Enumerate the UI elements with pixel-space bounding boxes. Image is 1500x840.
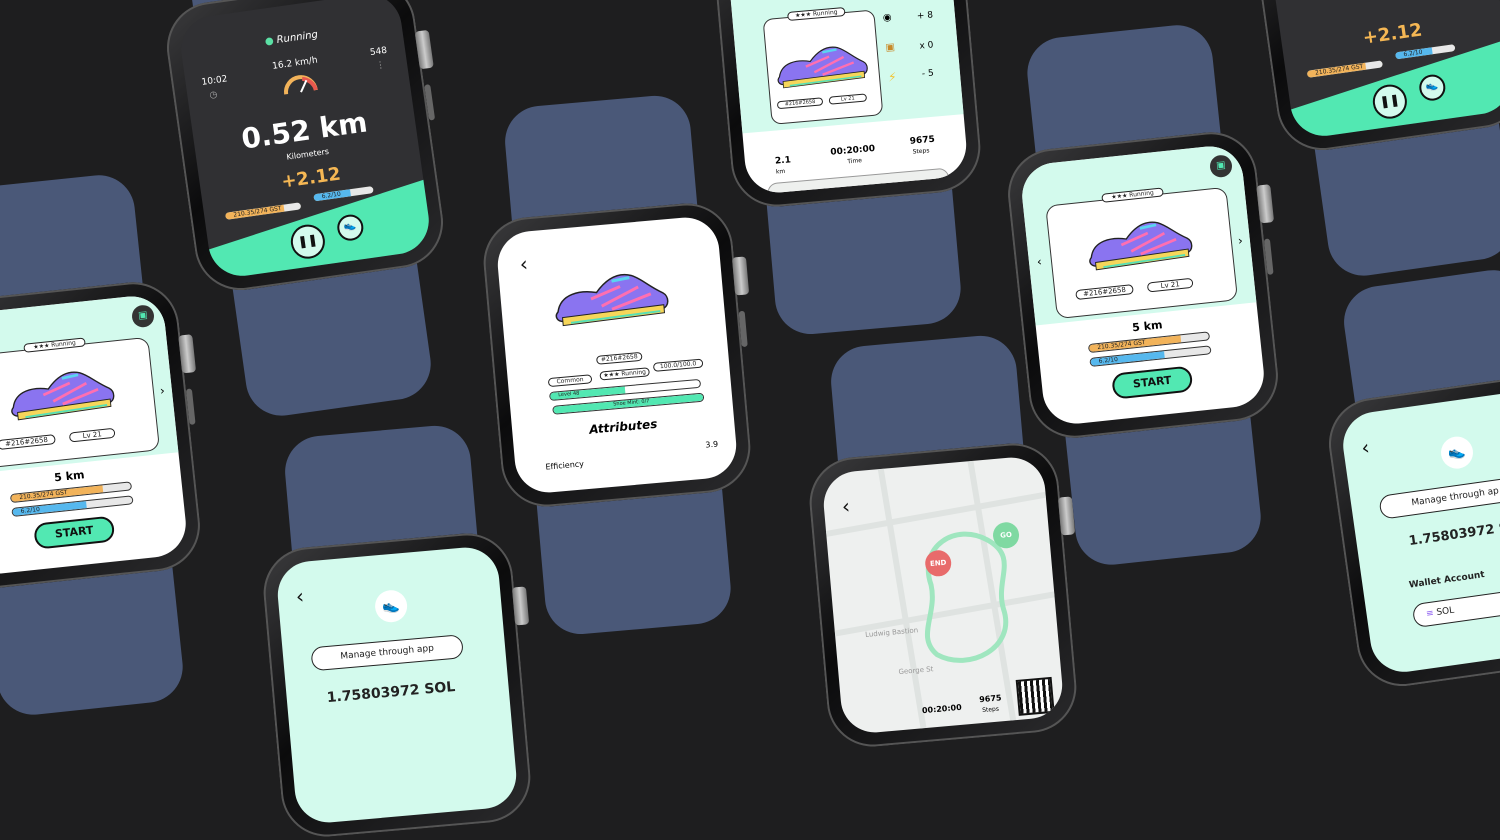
summary-time-label: Time <box>847 157 863 166</box>
status-dot-icon: ● <box>264 35 275 48</box>
watch-home-right: ▣ ★★★ Running #216#2658 Lv 21 ‹ › 5 km 2… <box>1003 21 1283 569</box>
summary-steps: 9675 <box>909 134 936 147</box>
sneaker-card[interactable]: ★★★ Running #216#2658 Lv 21 <box>1045 186 1239 320</box>
map-steps-label: Steps <box>981 705 1000 715</box>
wallet-balance: 1.75803972 SOL <box>326 678 456 707</box>
summary-steps-label: Steps <box>912 147 930 156</box>
watch-home-left: ▣ ★★★ Running #216#2658 Lv 21 ‹ › 5 km 2… <box>0 171 205 719</box>
sneaker-card[interactable]: ★★★ Running #216#2658 Lv 21 <box>0 336 161 470</box>
sneaker-id: #216#2658 <box>595 351 643 365</box>
back-arrow-icon[interactable]: ‹ <box>519 251 529 276</box>
sneaker-logo-icon: 👟 <box>1438 434 1476 471</box>
sneaker-image <box>4 360 119 427</box>
gst-coin-icon: ◉ <box>882 11 893 24</box>
sneaker-id: #216#2658 <box>0 434 56 451</box>
watch-running: ● Running 10:02 ◷ 16.2 km/h 548 ⋮ 0.52 k… <box>161 0 449 421</box>
gst-progress-bar: 210.35/274 GST <box>223 201 303 221</box>
sneaker-image <box>772 37 872 93</box>
sneaker-level: Lv 21 <box>68 427 116 443</box>
energy-icon: ⚡ <box>887 69 898 85</box>
wallet-screen: ‹ 👟 Manage through app 1.75803972 SOL <box>275 544 519 826</box>
sneaker-id: #216#2658 <box>1075 284 1134 301</box>
map-screen: ‹ END GO Ludwig Bastion George St 00:20:… <box>821 454 1065 736</box>
watch-map: ‹ END GO Ludwig Bastion George St 00:20:… <box>805 332 1081 751</box>
sneaker-icon: 👟 <box>1425 79 1440 93</box>
summary-distance-unit: km <box>775 167 786 176</box>
sneaker-level: Lv 21 <box>828 93 868 105</box>
back-arrow-icon[interactable]: ‹ <box>295 584 305 609</box>
map-steps: 9675 <box>978 693 1002 705</box>
detail-screen: ‹ #216#2658 Common ★★★ Running 100.0/100… <box>495 214 739 496</box>
sneaker-image <box>1082 210 1197 277</box>
clock-icon: ◷ <box>208 89 219 101</box>
digital-crown[interactable] <box>511 586 530 626</box>
watch-wallet: ‹ 👟 Manage through app 1.75803972 SOL <box>259 422 535 840</box>
efficiency-label: Efficiency <box>545 459 585 472</box>
efficiency-value: 3.9 <box>705 439 719 450</box>
summary-distance: 2.1 <box>774 155 792 167</box>
watch-detail: ‹ #216#2658 Common ★★★ Running 100.0/100… <box>479 92 755 638</box>
durability-badge: 100.0/100.0 <box>652 358 704 372</box>
step-count: 548 <box>369 45 388 59</box>
pause-icon: ❚❚ <box>296 232 319 249</box>
back-arrow-icon[interactable]: ‹ <box>1360 435 1371 460</box>
sol-account-row[interactable]: ≡ SOL <box>1411 582 1500 629</box>
digital-crown[interactable] <box>178 334 197 374</box>
manage-through-app-button[interactable]: Manage through ap <box>1378 474 1500 520</box>
type-badge: ★★★ Running <box>599 367 650 381</box>
gst-progress-bar: 210.35/274 GST <box>1305 59 1385 79</box>
wallet-balance: 1.75803972 S <box>1407 520 1500 550</box>
sneaker-card: ★★★ Running #216#2658 Lv 21 <box>762 7 884 125</box>
solana-icon: ≡ <box>1425 608 1435 620</box>
digital-crown[interactable] <box>731 256 750 296</box>
watch-wallet-partial: ‹ 👟 Manage through ap 1.75803972 S Walle… <box>1323 265 1500 692</box>
qr-code-icon[interactable] <box>1015 676 1055 716</box>
speedometer-icon <box>284 75 318 95</box>
attributes-title: Attributes <box>588 416 658 437</box>
gst-reward: + 8 <box>916 10 934 22</box>
footsteps-icon: ⋮ <box>375 60 386 72</box>
home-screen: ▣ ★★★ Running #216#2658 Lv 21 ‹ › 5 km 2… <box>0 293 190 577</box>
start-button[interactable]: START <box>33 515 116 550</box>
pause-icon: ❚❚ <box>1378 92 1401 109</box>
energy-cost: - 5 <box>921 68 935 80</box>
watch-summary: ★★★ Running #216#2658 Lv 21 ◉ + 8 ▣ x 0 … <box>709 0 985 338</box>
sneaker-id: #216#2658 <box>776 97 824 110</box>
watch-running-partial: +2.12 210.35/274 GST 6.2/10 ❚❚ 👟 <box>1243 0 1500 281</box>
summary-time: 00:20:00 <box>830 143 876 158</box>
digital-crown[interactable] <box>1256 184 1275 224</box>
sneaker-icon: 👟 <box>343 219 358 233</box>
start-button[interactable]: START <box>1111 365 1194 400</box>
sneaker-level: Lv 21 <box>1146 277 1194 293</box>
wallet-account-label: Wallet Account <box>1408 570 1486 591</box>
manage-through-app-button[interactable]: Manage through app <box>310 634 464 672</box>
running-screen: ● Running 10:02 ◷ 16.2 km/h 548 ⋮ 0.52 k… <box>176 0 434 281</box>
sneaker-logo-icon: 👟 <box>373 588 409 624</box>
rarity-badge: Common <box>547 374 593 388</box>
home-screen: ▣ ★★★ Running #216#2658 Lv 21 ‹ › 5 km 2… <box>1018 143 1268 427</box>
summary-screen: ★★★ Running #216#2658 Lv 21 ◉ + 8 ▣ x 0 … <box>725 0 969 196</box>
mystery-box-icon: ▣ <box>885 41 896 54</box>
box-reward: x 0 <box>919 40 934 52</box>
sneaker-image <box>548 261 673 333</box>
